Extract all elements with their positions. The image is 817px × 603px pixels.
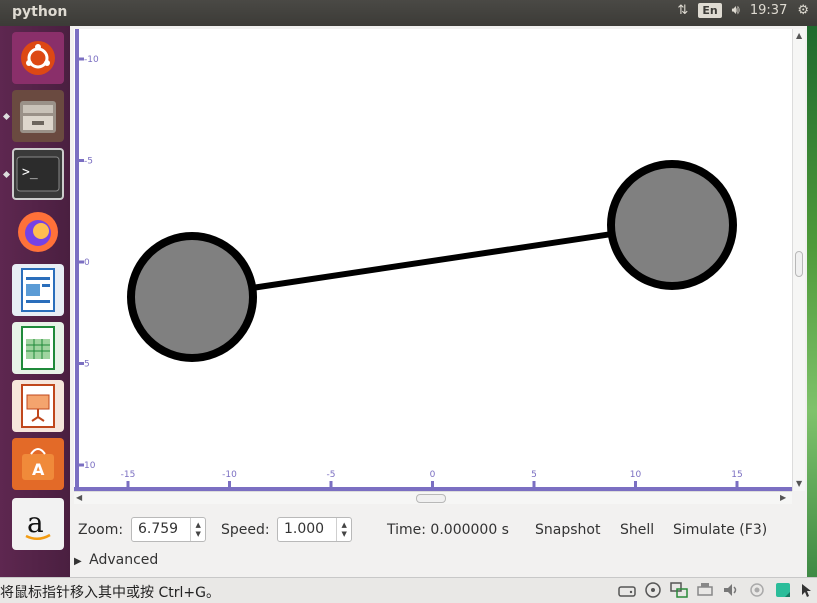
ball-left	[127, 232, 257, 362]
simulate-button[interactable]: Simulate (F3)	[673, 520, 767, 540]
ball-right	[607, 160, 737, 290]
top-panel: python ⇅ En 🔊︎ 19:37 ⚙︎	[0, 0, 817, 26]
speed-label: Speed:	[221, 522, 270, 538]
scroll-down-icon[interactable]: ▼	[796, 479, 802, 488]
usb-icon[interactable]	[695, 581, 715, 599]
shared-folder-icon[interactable]	[773, 581, 793, 599]
files-icon[interactable]	[12, 90, 64, 142]
input-method-indicator[interactable]: En	[698, 3, 722, 18]
desktop-background	[807, 26, 817, 577]
horizontal-scroll-thumb[interactable]	[416, 494, 446, 503]
network-icon[interactable]: ⇅	[677, 3, 688, 18]
spin-up-icon[interactable]: ▲	[342, 521, 347, 530]
launcher: >_ A a	[0, 26, 70, 577]
svg-text:A: A	[32, 460, 45, 479]
ubuntu-dash-icon[interactable]	[12, 32, 64, 84]
zoom-value[interactable]: 6.759	[132, 518, 190, 541]
software-center-icon[interactable]: A	[12, 438, 64, 490]
snapshot-button[interactable]: Snapshot	[535, 520, 600, 540]
vm-status-bar: 将鼠标指针移入其中或按 Ctrl+G。	[0, 577, 817, 603]
svg-text:a: a	[27, 506, 44, 539]
y-tick-label: 5	[84, 360, 90, 370]
expand-triangle-icon[interactable]: ▶	[74, 556, 82, 567]
scroll-right-icon[interactable]: ▶	[780, 493, 786, 502]
x-tick-label: 15	[731, 470, 742, 480]
amazon-icon[interactable]: a	[12, 498, 64, 550]
zoom-label: Zoom:	[78, 522, 124, 538]
audio-icon[interactable]	[721, 581, 741, 599]
svg-text:>_: >_	[22, 165, 38, 180]
scroll-left-icon[interactable]: ◀	[76, 493, 82, 502]
x-tick-label: 0	[430, 470, 436, 480]
time-readout: Time: 0.000000 s	[387, 522, 509, 538]
status-message: 将鼠标指针移入其中或按 Ctrl+G。	[0, 585, 220, 601]
speed-spinbox[interactable]: 1.000 ▲ ▼	[277, 517, 352, 542]
x-tick-label: -5	[327, 470, 336, 480]
x-tick-label: -10	[222, 470, 237, 480]
vertical-scroll-thumb[interactable]	[795, 251, 803, 277]
firefox-icon[interactable]	[12, 206, 64, 258]
link-rod	[191, 222, 673, 300]
simulator-window: -10 -5 0 5 10 -15 -10 -5 0 5 10 15 ▲ ▼ ◀ ▶ Zoom: 6…	[70, 26, 807, 577]
x-tick-label: 10	[630, 470, 642, 480]
hard-disk-icon[interactable]	[617, 581, 637, 599]
system-tray: ⇅ En 🔊︎ 19:37 ⚙︎	[677, 3, 809, 18]
network-adapter-icon[interactable]	[669, 581, 689, 599]
spin-down-icon[interactable]: ▼	[342, 530, 347, 539]
vertical-scrollbar[interactable]: ▲ ▼	[792, 29, 805, 491]
x-tick-label: 5	[531, 470, 537, 480]
y-tick-label: -5	[84, 157, 93, 167]
vm-device-icons	[617, 581, 811, 599]
volume-icon[interactable]: 🔊︎	[732, 3, 740, 18]
spin-up-icon[interactable]: ▲	[196, 521, 201, 530]
scroll-up-icon[interactable]: ▲	[796, 31, 802, 40]
speed-value[interactable]: 1.000	[278, 518, 336, 541]
spin-down-icon[interactable]: ▼	[196, 530, 201, 539]
calc-icon[interactable]	[12, 322, 64, 374]
y-tick-label: 0	[84, 258, 90, 268]
control-bar: Zoom: 6.759 ▲ ▼ Speed: 1.000 ▲ ▼ Time: 0.0…	[70, 514, 807, 548]
clock[interactable]: 19:37	[750, 3, 787, 18]
x-tick-label: -15	[121, 470, 136, 480]
zoom-spinbox[interactable]: 6.759 ▲ ▼	[131, 517, 206, 542]
impress-icon[interactable]	[12, 380, 64, 432]
y-tick-label: 10	[84, 461, 96, 471]
app-title: python	[12, 4, 68, 20]
optical-drive-icon[interactable]	[643, 581, 663, 599]
shell-button[interactable]: Shell	[620, 520, 654, 540]
mouse-integration-icon[interactable]	[799, 581, 811, 599]
y-tick-label: -10	[84, 55, 99, 65]
horizontal-scrollbar[interactable]: ◀ ▶	[74, 491, 792, 504]
writer-icon[interactable]	[12, 264, 64, 316]
advanced-label[interactable]: Advanced	[89, 552, 158, 568]
gear-icon[interactable]: ⚙︎	[797, 3, 809, 18]
advanced-expander[interactable]: ▶ Advanced	[74, 552, 158, 568]
simulation-canvas[interactable]: -10 -5 0 5 10 -15 -10 -5 0 5 10 15	[74, 29, 792, 491]
recording-icon[interactable]	[747, 581, 767, 599]
terminal-icon[interactable]: >_	[12, 148, 64, 200]
